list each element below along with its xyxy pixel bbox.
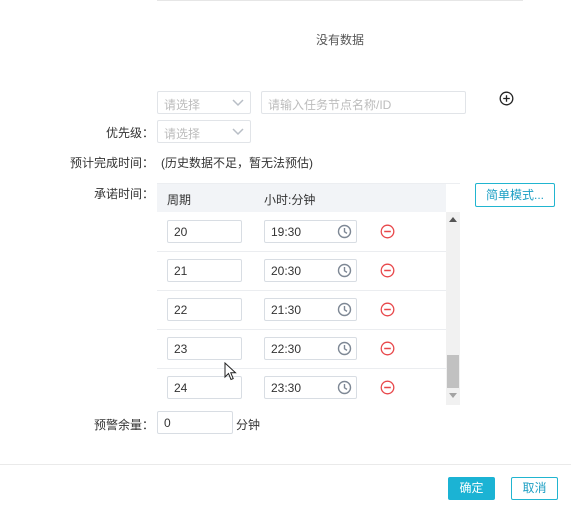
priority-select[interactable]: 请选择: [157, 120, 251, 143]
estimate-value: (历史数据不足，暂无法预估): [161, 156, 313, 170]
table-row: 20 19:30: [157, 213, 446, 252]
confirm-button[interactable]: 确定: [448, 477, 495, 500]
priority-label: 优先级：: [105, 126, 154, 140]
scroll-up-arrow-icon[interactable]: [449, 217, 457, 222]
table-header: 周期 小时:分钟: [157, 184, 446, 212]
time-input[interactable]: 19:30: [264, 220, 357, 243]
priority-placeholder: 请选择: [164, 127, 201, 141]
table-row: 22 21:30: [157, 291, 446, 330]
footer-divider: [0, 464, 571, 465]
chevron-down-icon: [232, 99, 244, 107]
remove-circle-icon[interactable]: [380, 380, 395, 395]
clock-icon[interactable]: [337, 224, 352, 239]
time-input[interactable]: 20:30: [264, 259, 357, 282]
estimate-label: 预计完成时间：: [69, 156, 154, 170]
period-input[interactable]: 20: [167, 220, 242, 243]
mouse-pointer-icon: [224, 362, 237, 381]
remove-circle-icon[interactable]: [380, 302, 395, 317]
time-input[interactable]: 23:30: [264, 376, 357, 399]
chevron-down-icon: [232, 128, 244, 136]
node-type-placeholder: 请选择: [164, 98, 201, 112]
commit-time-label: 承诺时间：: [93, 187, 154, 201]
table-row: 23 22:30: [157, 330, 446, 369]
time-value: 20:30: [271, 264, 302, 278]
time-value: 19:30: [271, 225, 302, 239]
scrollbar-thumb[interactable]: [447, 355, 459, 388]
table-row: 21 20:30: [157, 252, 446, 291]
empty-state-text: 没有数据: [315, 33, 364, 47]
column-period: 周期: [167, 193, 192, 207]
time-input[interactable]: 22:30: [264, 337, 357, 360]
time-value: 22:30: [271, 342, 302, 356]
time-value: 21:30: [271, 303, 302, 317]
node-search-input[interactable]: 请输入任务节点名称/ID: [261, 91, 466, 114]
time-input[interactable]: 21:30: [264, 298, 357, 321]
clock-icon[interactable]: [337, 341, 352, 356]
add-circle-icon[interactable]: [499, 91, 514, 106]
clock-icon[interactable]: [337, 380, 352, 395]
warning-margin-unit: 分钟: [236, 418, 261, 432]
warning-margin-label: 预警余量：: [93, 418, 154, 432]
remove-circle-icon[interactable]: [380, 224, 395, 239]
cancel-button[interactable]: 取消: [511, 477, 558, 500]
top-divider: [157, 0, 523, 1]
clock-icon[interactable]: [337, 263, 352, 278]
node-search-placeholder: 请输入任务节点名称/ID: [268, 98, 392, 112]
warning-margin-input[interactable]: 0: [157, 411, 233, 434]
simple-mode-button[interactable]: 简单模式...: [475, 183, 555, 207]
time-value: 23:30: [271, 381, 302, 395]
column-time: 小时:分钟: [264, 193, 316, 207]
table-scrollbar[interactable]: [446, 212, 460, 405]
clock-icon[interactable]: [337, 302, 352, 317]
remove-circle-icon[interactable]: [380, 341, 395, 356]
node-type-select[interactable]: 请选择: [157, 91, 251, 114]
period-input[interactable]: 23: [167, 337, 242, 360]
commit-time-table: 周期 小时:分钟 20 19:30 21 20:30 22 21:30 23 2…: [157, 183, 460, 405]
table-row: 24 23:30: [157, 369, 446, 405]
remove-circle-icon[interactable]: [380, 263, 395, 278]
period-input[interactable]: 21: [167, 259, 242, 282]
scroll-down-arrow-icon[interactable]: [449, 393, 457, 398]
period-input[interactable]: 22: [167, 298, 242, 321]
